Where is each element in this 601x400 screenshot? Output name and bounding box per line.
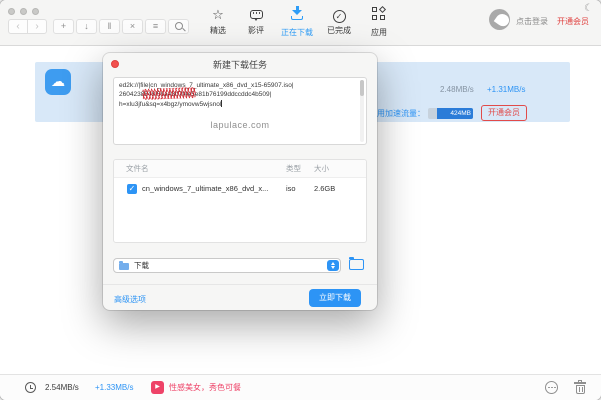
ad-icon[interactable]: ▶ — [151, 381, 164, 394]
select-stepper-icon[interactable] — [327, 260, 339, 271]
tab-reviews-label: 影评 — [236, 26, 276, 35]
tab-featured-label: 精选 — [198, 26, 238, 35]
tab-reviews[interactable]: 影评 — [236, 6, 276, 42]
total-download-speed: 2.54MB/s — [45, 383, 79, 393]
cloud-file-icon: ☁ — [45, 69, 71, 95]
star-icon: ☆ — [212, 7, 224, 22]
tab-apps[interactable]: 应用 — [359, 6, 399, 42]
window-zoom-button[interactable] — [32, 8, 39, 15]
file-name: cn_windows_7_ultimate_x86_dvd_x... — [142, 178, 268, 200]
col-size: 大小 — [314, 160, 329, 178]
resume-all-button[interactable]: ↓ — [76, 19, 97, 34]
login-link[interactable]: 点击登录 — [516, 17, 548, 27]
textarea-scrollbar[interactable] — [360, 80, 364, 142]
app-logo-bird-icon — [489, 9, 510, 30]
task-download-speed: 2.48MB/s — [440, 85, 474, 95]
sort-list-button[interactable]: ≡ — [145, 19, 166, 34]
app-window: ‹ › + ↓ ‖ × ≡ ☆ 精选 影评 正在下载 ✓ 已完成 应用 点击登录… — [0, 0, 601, 400]
file-size: 2.6GB — [314, 178, 335, 200]
grid-icon — [372, 7, 386, 21]
back-button[interactable]: ‹ — [8, 19, 28, 34]
boost-quota-progressbar: 424MB — [428, 108, 473, 119]
dialog-divider — [103, 284, 377, 285]
pause-all-button[interactable]: ‖ — [99, 19, 120, 34]
tab-featured[interactable]: ☆ 精选 — [198, 6, 238, 42]
censor-scribble-overlay — [142, 87, 196, 100]
boost-quota-value: 424MB — [437, 108, 473, 119]
boost-quota-label: 用加速流量： — [377, 109, 425, 119]
download-arrow-icon — [290, 6, 305, 21]
ad-link[interactable]: 性感美女，秀色可餐 — [169, 383, 241, 393]
destination-folder-label: 下载 — [134, 259, 149, 273]
file-type: iso — [286, 178, 296, 200]
titlebar: ‹ › + ↓ ‖ × ≡ ☆ 精选 影评 正在下载 ✓ 已完成 应用 点击登录… — [0, 0, 601, 46]
tab-apps-label: 应用 — [359, 28, 399, 37]
advanced-options-link[interactable]: 高级选项 — [114, 294, 146, 305]
tab-downloading[interactable]: 正在下载 — [275, 6, 319, 42]
new-download-dialog: 新建下载任务 ed2k://|file|cn_windows_7_ultimat… — [103, 53, 377, 310]
task-boost-speed: +1.31MB/s — [487, 85, 525, 95]
browse-folder-button[interactable] — [349, 259, 364, 270]
clock-icon — [25, 382, 36, 393]
window-close-button[interactable] — [8, 8, 15, 15]
file-checkbox[interactable]: ✓ — [127, 184, 137, 194]
col-type: 类型 — [286, 160, 301, 178]
check-circle-icon: ✓ — [333, 10, 346, 23]
text-caret — [221, 100, 222, 107]
night-mode-moon-icon[interactable]: ☾ — [584, 3, 593, 14]
delete-task-button[interactable]: × — [122, 19, 143, 34]
url-line-3: h=xlu3jfu&sq=x4bgz/ymovw5wjsnol — [119, 100, 222, 108]
speech-bubble-icon — [250, 10, 263, 19]
file-row[interactable]: ✓ cn_windows_7_ultimate_x86_dvd_x... iso… — [114, 178, 366, 200]
open-vip-button[interactable]: 开通会员 — [481, 105, 527, 121]
file-list-header: 文件名 类型 大小 — [114, 160, 366, 178]
status-bar: 2.54MB/s +1.33MB/s ▶ 性感美女，秀色可餐 — [0, 374, 601, 400]
folder-icon — [119, 263, 129, 270]
search-icon — [173, 20, 185, 32]
url-textarea[interactable]: ed2k://|file|cn_windows_7_ultimate_x86_d… — [113, 77, 367, 145]
tab-downloading-label: 正在下载 — [275, 28, 319, 37]
watermark-text: lapulace.com — [114, 120, 366, 130]
feedback-icon[interactable] — [545, 381, 558, 394]
trash-icon[interactable] — [574, 380, 586, 395]
destination-select[interactable]: 下载 — [113, 258, 341, 273]
total-boost-speed: +1.33MB/s — [95, 383, 133, 393]
search-button[interactable] — [168, 19, 189, 34]
add-task-button[interactable]: + — [53, 19, 74, 34]
open-vip-link[interactable]: 开通会员 — [557, 17, 589, 27]
tab-completed[interactable]: ✓ 已完成 — [319, 6, 359, 42]
tab-completed-label: 已完成 — [319, 26, 359, 35]
file-list-panel: 文件名 类型 大小 ✓ cn_windows_7_ultimate_x86_dv… — [113, 159, 367, 243]
window-minimize-button[interactable] — [20, 8, 27, 15]
dialog-title: 新建下载任务 — [103, 58, 377, 71]
download-now-button[interactable]: 立即下载 — [309, 289, 361, 307]
col-filename: 文件名 — [126, 160, 149, 178]
forward-button[interactable]: › — [27, 19, 47, 34]
